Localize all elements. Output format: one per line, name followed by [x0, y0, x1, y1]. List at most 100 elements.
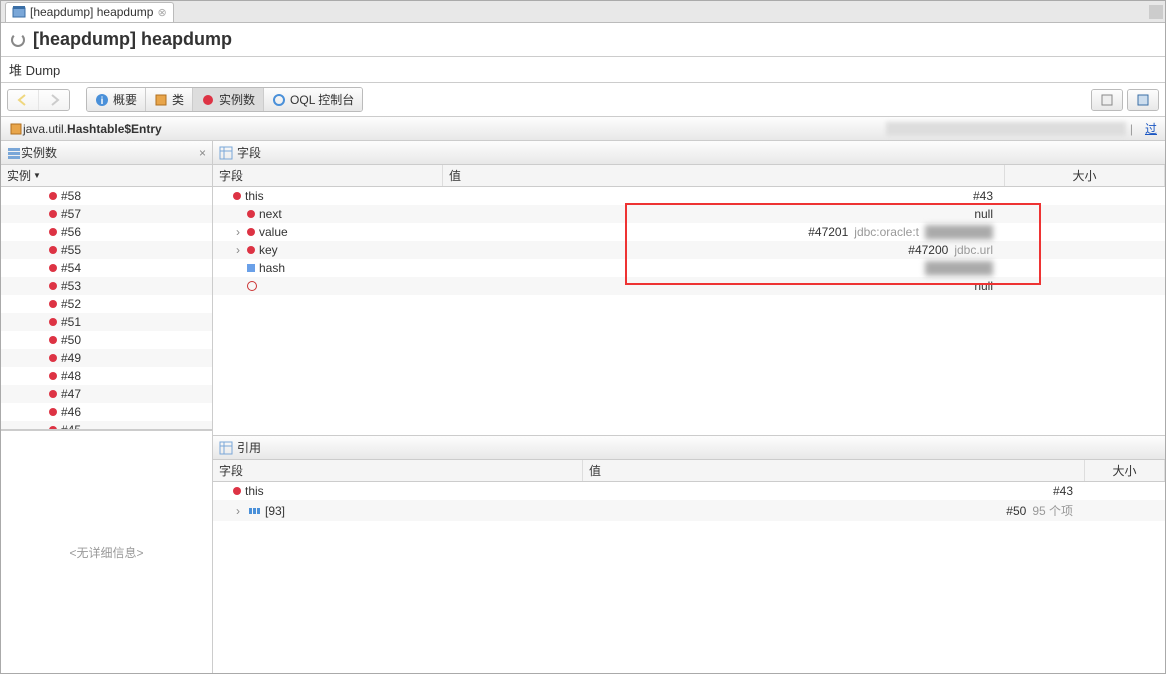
refs-body[interactable]: this#43›[93]#5095 个项	[213, 482, 1165, 673]
col-field[interactable]: 字段	[213, 165, 443, 186]
instance-label: #47	[61, 387, 81, 401]
fields-header-label: 字段	[237, 144, 261, 161]
instance-row[interactable]: #45	[1, 421, 212, 430]
classloader-icon	[247, 281, 257, 291]
summary-button[interactable]: i 概要	[87, 88, 146, 111]
col-size[interactable]: 大小	[1005, 165, 1165, 186]
field-value: null	[974, 207, 993, 221]
ref-row[interactable]: ›[93]#5095 个项	[213, 500, 1165, 521]
field-value: null	[974, 279, 993, 293]
instance-icon	[49, 300, 57, 308]
breadcrumb: java.util.Hashtable$Entry | 过	[1, 117, 1165, 141]
object-icon	[233, 487, 241, 495]
field-row[interactable]: ›key#47200jdbc.url	[213, 241, 1165, 259]
close-pane-icon[interactable]: ×	[199, 146, 206, 160]
expander-icon[interactable]: ›	[233, 243, 243, 257]
instance-label: #46	[61, 405, 81, 419]
instance-label: #51	[61, 315, 81, 329]
field-row[interactable]: ›value#47201jdbc:oracle:t████████	[213, 223, 1165, 241]
instances-header-icon	[7, 146, 21, 160]
instances-list[interactable]: #58#57 #56 #55 #54 #53#52 #51 #50 #49 #48 #47 #46 #…	[1, 187, 212, 430]
instance-row[interactable]: #57	[1, 205, 212, 223]
ref-value: #43	[1053, 484, 1073, 498]
forward-button[interactable]	[39, 90, 69, 110]
col-field[interactable]: 字段	[213, 460, 583, 481]
oql-button[interactable]: OQL 控制台	[264, 88, 362, 111]
instance-icon	[49, 390, 57, 398]
instance-row[interactable]: #55	[1, 241, 212, 259]
instance-label: #56	[61, 225, 81, 239]
tool-icon	[1100, 93, 1114, 107]
expander-icon[interactable]: ›	[233, 225, 243, 239]
expander-icon[interactable]: ›	[233, 504, 243, 518]
instance-label: #55	[61, 243, 81, 257]
fields-header-icon	[219, 146, 233, 160]
field-row[interactable]: null	[213, 277, 1165, 295]
arrow-right-icon	[47, 93, 61, 107]
title-row: [heapdump] heapdump	[1, 23, 1165, 57]
object-icon	[247, 228, 255, 236]
subheader: 堆 Dump	[1, 57, 1165, 83]
field-name: this	[245, 189, 264, 203]
refs-section: 引用 字段 值 大小 this#43›[93]#5095 个项	[213, 435, 1165, 673]
field-row[interactable]: hash████████	[213, 259, 1165, 277]
col-value[interactable]: 值	[443, 165, 1005, 186]
col-value[interactable]: 值	[583, 460, 1085, 481]
field-name: next	[259, 207, 282, 221]
instance-icon	[49, 318, 57, 326]
instance-row[interactable]: #56	[1, 223, 212, 241]
field-value: #43	[973, 189, 993, 203]
instance-row[interactable]: #53	[1, 277, 212, 295]
instance-label: #49	[61, 351, 81, 365]
spinner-icon	[11, 33, 25, 47]
class-icon	[154, 93, 168, 107]
instance-icon	[49, 264, 57, 272]
instance-row[interactable]: #47	[1, 385, 212, 403]
instance-row[interactable]: #48	[1, 367, 212, 385]
array-icon	[247, 504, 261, 518]
svg-text:i: i	[101, 96, 104, 107]
tab-bar: [heapdump] heapdump ⊗	[1, 1, 1165, 23]
tabbar-overflow-icon[interactable]	[1149, 5, 1163, 19]
toolbar: i 概要 类 实例数 OQL 控制台	[1, 83, 1165, 117]
instance-icon	[49, 210, 57, 218]
instance-row[interactable]: #49	[1, 349, 212, 367]
instances-button[interactable]: 实例数	[193, 88, 264, 111]
instances-header-label: 实例数	[21, 144, 57, 161]
instance-row[interactable]: #54	[1, 259, 212, 277]
oql-label: OQL 控制台	[290, 91, 354, 108]
instance-icon	[49, 282, 57, 290]
instance-row[interactable]: #51	[1, 313, 212, 331]
instance-row[interactable]: #50	[1, 331, 212, 349]
breadcrumb-blur	[886, 122, 1126, 136]
breadcrumb-link[interactable]: 过	[1145, 120, 1157, 137]
field-name: key	[259, 243, 278, 257]
instance-icon	[201, 93, 215, 107]
oql-icon	[272, 93, 286, 107]
refs-header-icon	[219, 441, 233, 455]
right-tool-2[interactable]	[1128, 90, 1158, 110]
ref-row[interactable]: this#43	[213, 482, 1165, 500]
field-row[interactable]: this #43	[213, 187, 1165, 205]
instances-col-header[interactable]: 实例▼	[1, 165, 212, 187]
back-button[interactable]	[8, 90, 39, 110]
refs-header-label: 引用	[237, 439, 261, 456]
editor-tab[interactable]: [heapdump] heapdump ⊗	[5, 2, 174, 22]
field-row[interactable]: next null	[213, 205, 1165, 223]
instance-row[interactable]: #58	[1, 187, 212, 205]
instance-icon	[49, 246, 57, 254]
instance-row[interactable]: #52	[1, 295, 212, 313]
fields-body[interactable]: this #43 next null ›value#47201jdbc:oracle:t…	[213, 187, 1165, 435]
classes-button[interactable]: 类	[146, 88, 193, 111]
ref-name: [93]	[265, 504, 285, 518]
instance-label: #54	[61, 261, 81, 275]
info-icon: i	[95, 93, 109, 107]
right-tool-1[interactable]	[1092, 90, 1122, 110]
primitive-icon	[247, 264, 255, 272]
instance-row[interactable]: #46	[1, 403, 212, 421]
breadcrumb-sep: |	[1130, 122, 1133, 136]
close-icon[interactable]: ⊗	[157, 6, 166, 19]
col-size[interactable]: 大小	[1085, 460, 1165, 481]
instances-col-label: 实例	[7, 167, 31, 184]
classes-label: 类	[172, 91, 184, 108]
